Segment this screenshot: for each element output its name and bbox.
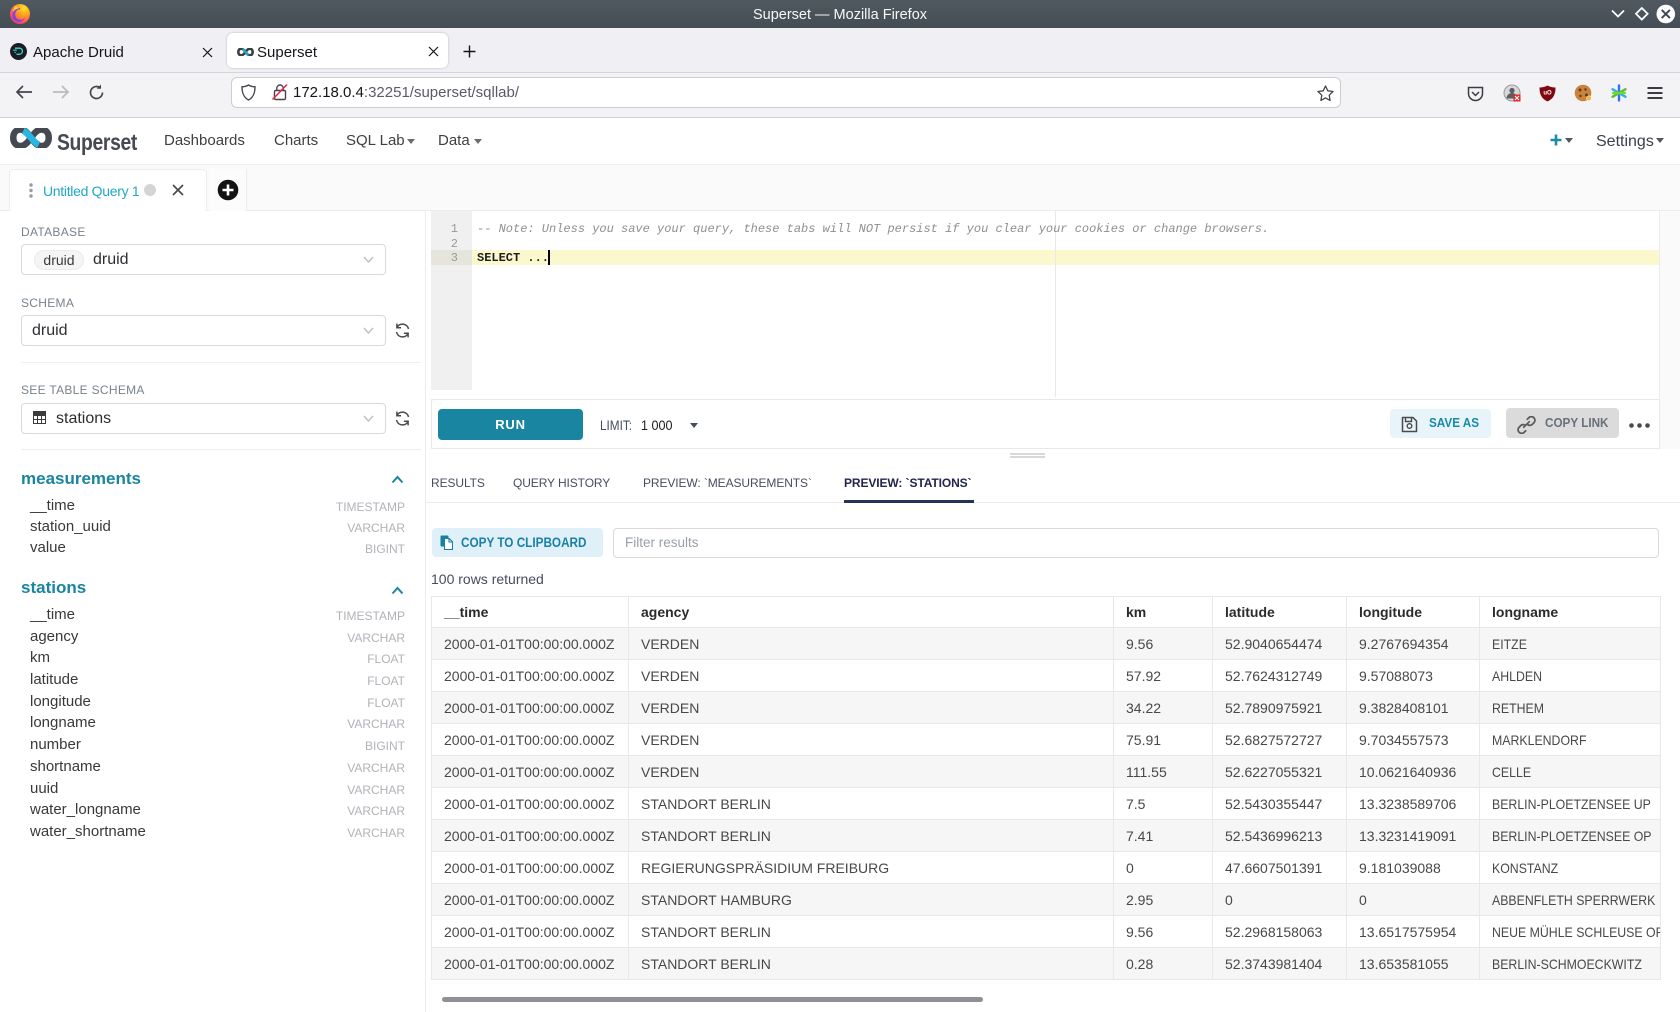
svg-text:uO: uO bbox=[1543, 91, 1552, 97]
